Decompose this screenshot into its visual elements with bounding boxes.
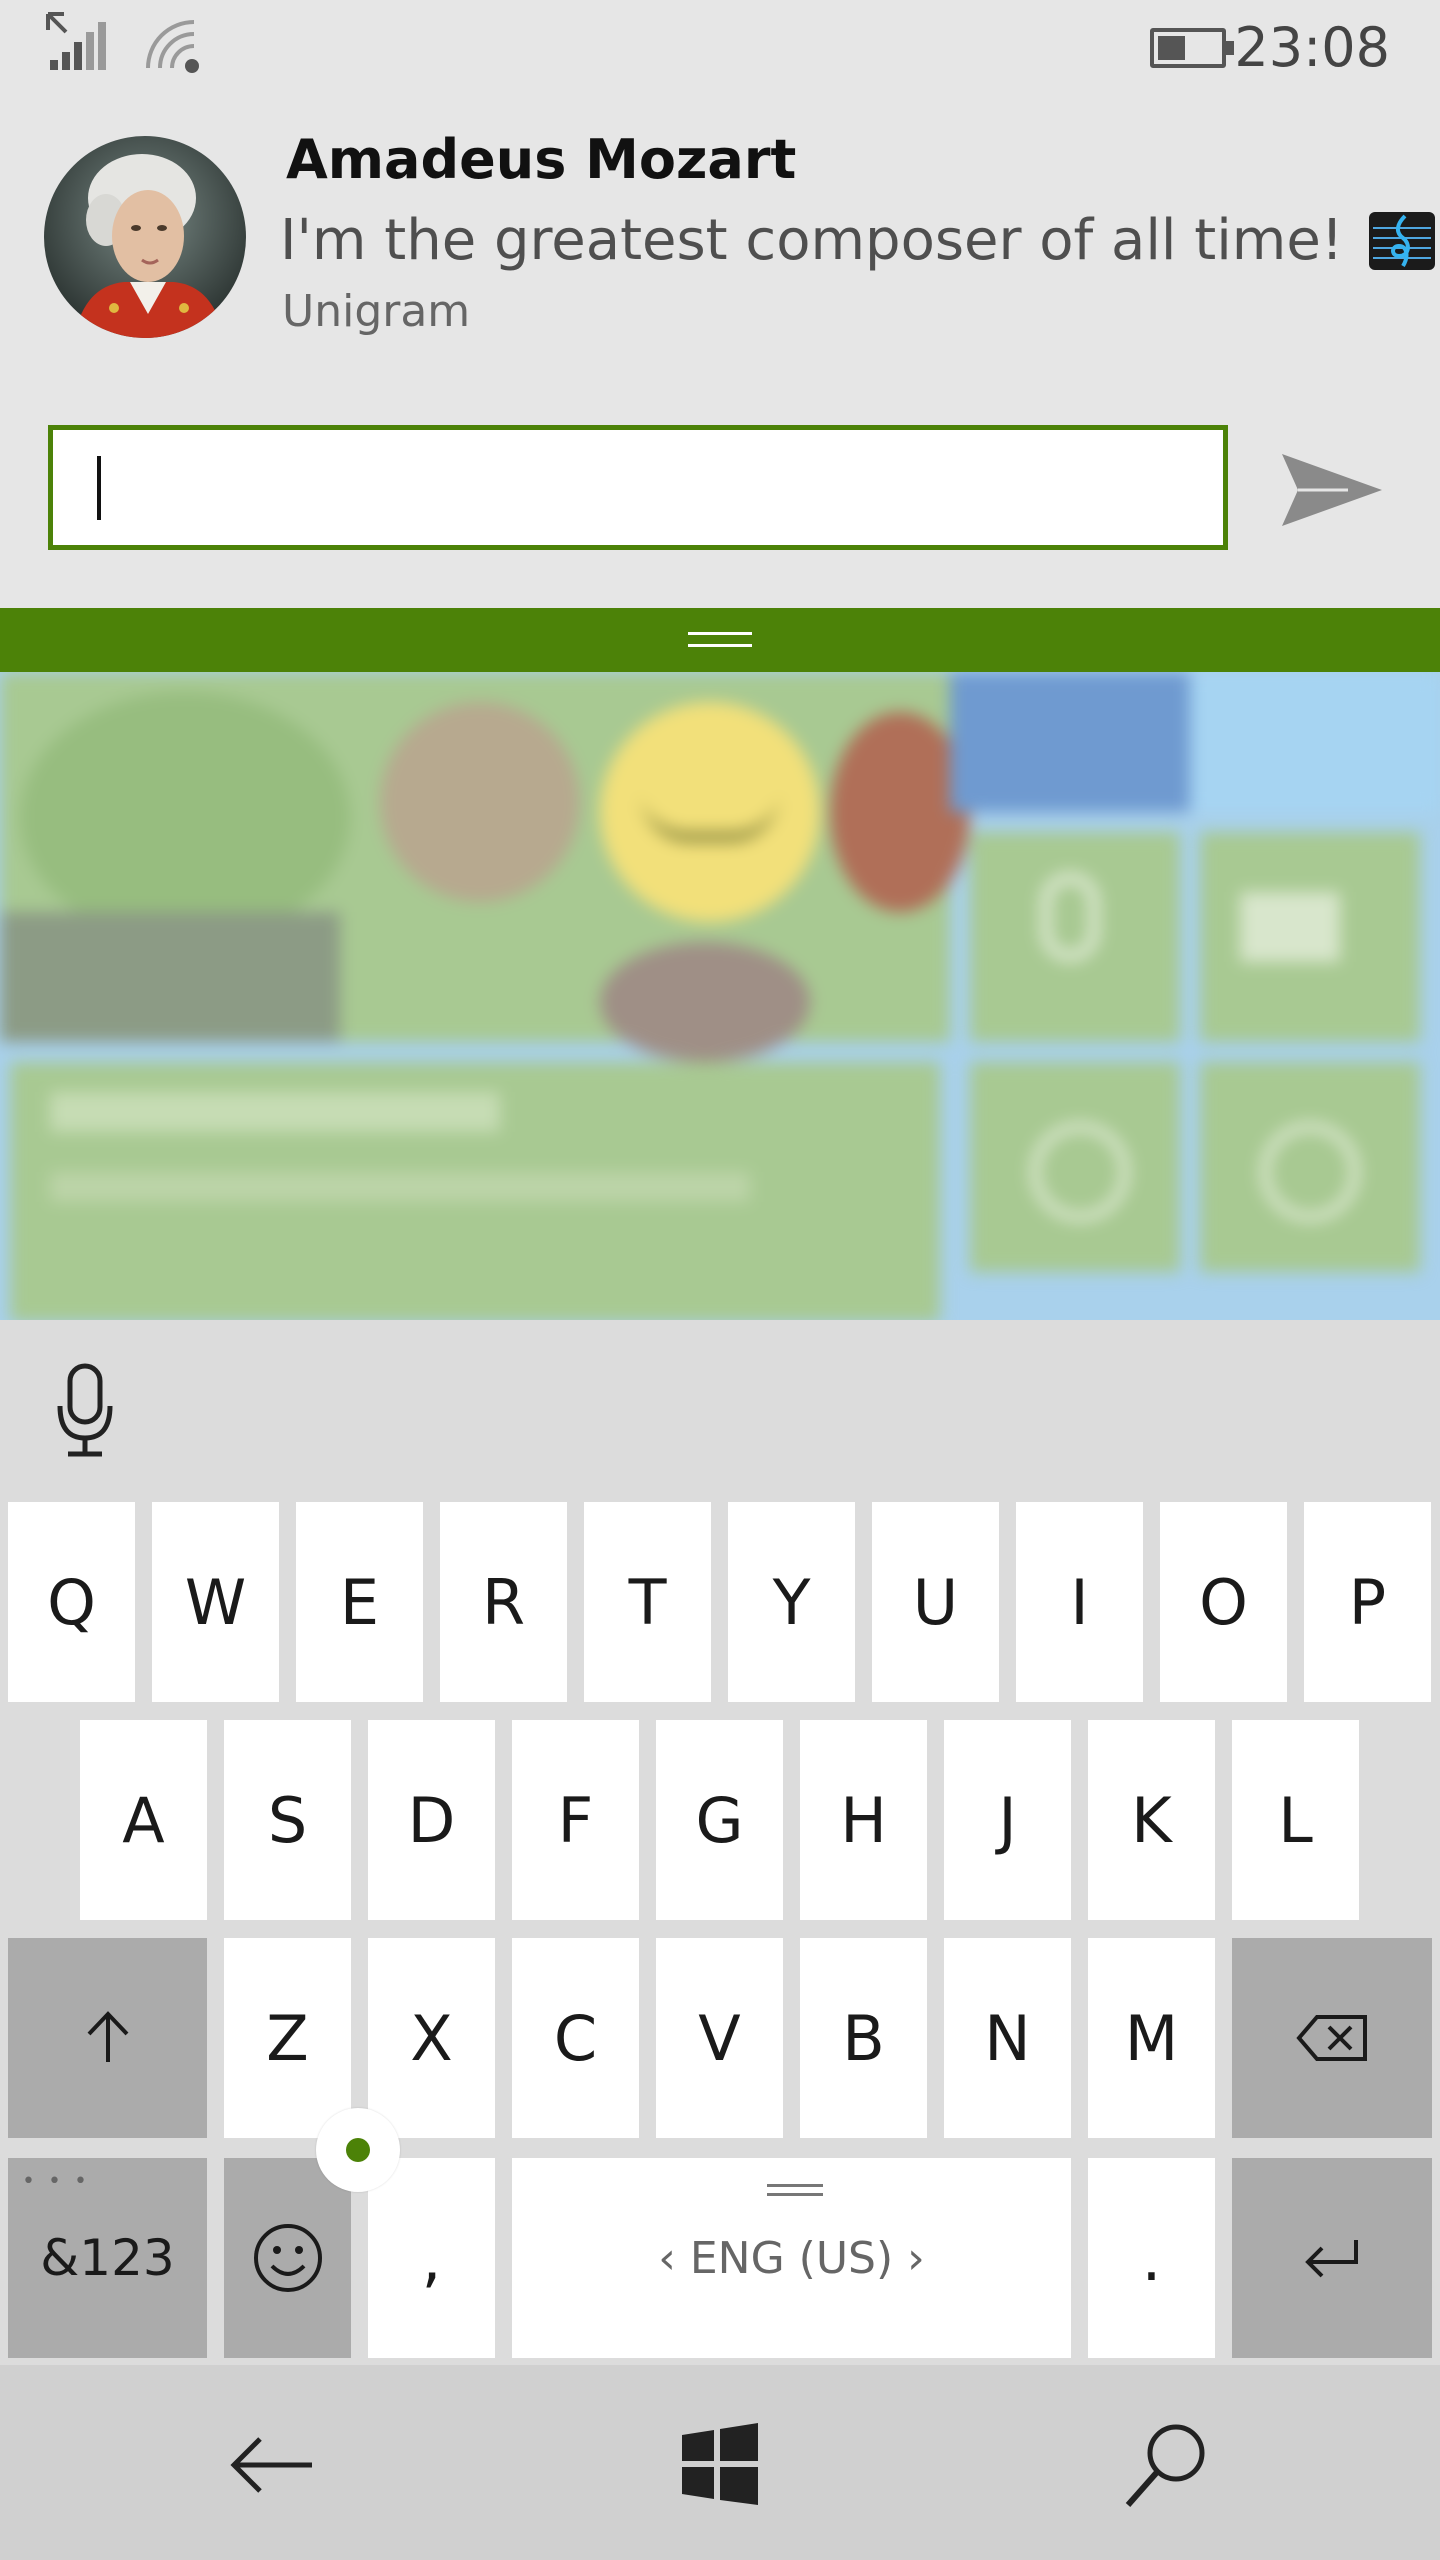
back-icon[interactable] (222, 2415, 322, 2515)
key-n[interactable]: N (944, 1938, 1071, 2138)
send-icon[interactable] (1278, 440, 1388, 540)
shift-arrow-icon (87, 2011, 128, 2062)
drag-grip-icon (688, 628, 752, 650)
key-p[interactable]: P (1304, 1502, 1431, 1702)
key-v[interactable]: V (656, 1938, 783, 2138)
backspace-key[interactable] (1232, 1938, 1432, 2138)
key-a[interactable]: A (80, 1720, 207, 1920)
numbers-key-label: &123 (40, 2229, 175, 2287)
key-l[interactable]: L (1232, 1720, 1359, 1920)
key-t[interactable]: T (584, 1502, 711, 1702)
key-g[interactable]: G (656, 1720, 783, 1920)
key-k[interactable]: K (1088, 1720, 1215, 1920)
key-j[interactable]: J (944, 1720, 1071, 1920)
smiley-icon (253, 2224, 322, 2292)
key-b[interactable]: B (800, 1938, 927, 2138)
key-u[interactable]: U (872, 1502, 999, 1702)
key-e[interactable]: E (296, 1502, 423, 1702)
text-caret (97, 456, 101, 520)
key-f[interactable]: F (512, 1720, 639, 1920)
emoji-key[interactable] (224, 2158, 351, 2358)
space-bar[interactable]: ‹ ENG (US) › (512, 2158, 1071, 2358)
key-w[interactable]: W (152, 1502, 279, 1702)
key-z[interactable]: Z (224, 1938, 351, 2138)
contact-avatar (44, 136, 246, 338)
screen: 23:08 Amadeus Mozart I'm the greatest co… (0, 0, 1440, 2560)
battery-level (1158, 36, 1185, 60)
key-o[interactable]: O (1160, 1502, 1287, 1702)
enter-key[interactable] (1232, 2158, 1432, 2358)
windows-start-icon[interactable] (670, 2415, 770, 2515)
period-key[interactable]: . (1088, 2158, 1215, 2358)
microphone-icon[interactable] (50, 1360, 120, 1460)
shift-key[interactable] (8, 1938, 207, 2138)
language-label: ‹ ENG (US) › (658, 2232, 925, 2284)
app-name: Unigram (282, 286, 471, 337)
key-m[interactable]: M (1088, 1938, 1215, 2138)
space-grip-icon (767, 2184, 823, 2198)
enter-icon (1305, 2240, 1358, 2278)
blurred-start-screen (0, 672, 1440, 1320)
key-r[interactable]: R (440, 1502, 567, 1702)
message-row: I'm the greatest composer of all time! (280, 208, 1437, 273)
message-text: I'm the greatest composer of all time! (280, 208, 1344, 273)
key-i[interactable]: I (1016, 1502, 1143, 1702)
wifi-icon (146, 20, 199, 73)
cursor-move-knob[interactable] (316, 2108, 400, 2192)
reply-input[interactable] (48, 425, 1228, 550)
treble-clef-music-icon (1369, 211, 1436, 270)
key-d[interactable]: D (368, 1720, 495, 1920)
search-icon[interactable] (1118, 2415, 1218, 2515)
comma-key[interactable]: , (368, 2158, 495, 2358)
key-x[interactable]: X (368, 1938, 495, 2138)
key-c[interactable]: C (512, 1938, 639, 2138)
signal-icon (50, 22, 106, 70)
navigation-bar (0, 2365, 1440, 2560)
status-bar: 23:08 (0, 0, 1440, 100)
more-dots-icon: • • • (22, 2169, 90, 2194)
key-y[interactable]: Y (728, 1502, 855, 1702)
backspace-icon (1296, 2015, 1367, 2061)
numbers-symbols-key[interactable]: • • • &123 (8, 2158, 207, 2358)
notification-drag-handle[interactable] (0, 608, 1440, 672)
key-q[interactable]: Q (8, 1502, 135, 1702)
key-h[interactable]: H (800, 1720, 927, 1920)
clock: 23:08 (1234, 16, 1390, 79)
contact-name: Amadeus Mozart (286, 128, 797, 191)
key-s[interactable]: S (224, 1720, 351, 1920)
battery-icon (1150, 28, 1234, 68)
